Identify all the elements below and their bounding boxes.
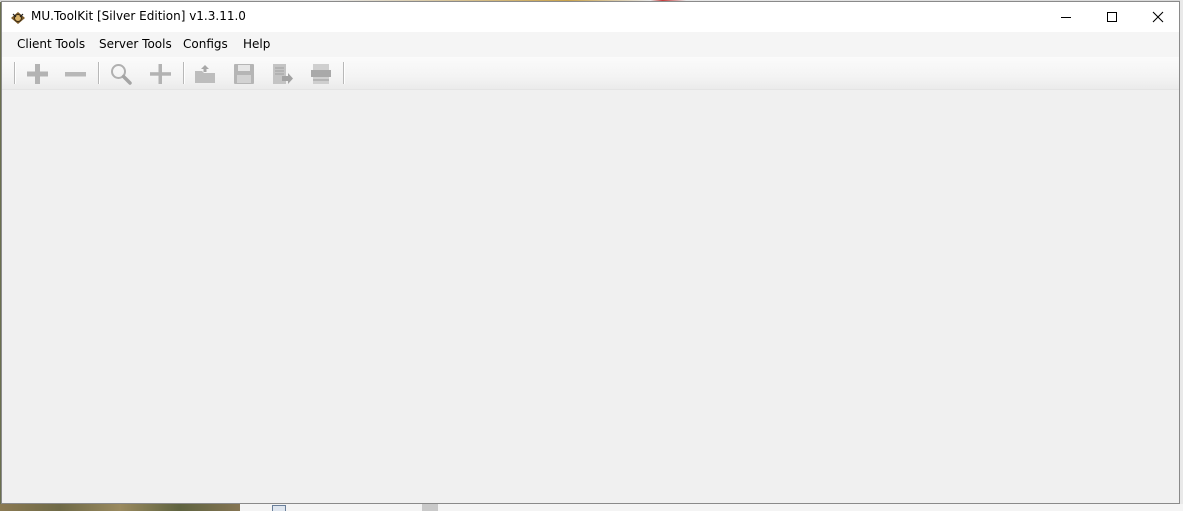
open-folder-icon bbox=[195, 65, 215, 83]
menu-server-tools[interactable]: Server Tools bbox=[99, 37, 172, 51]
close-button[interactable] bbox=[1135, 2, 1179, 32]
open-button[interactable] bbox=[192, 61, 218, 87]
add-icon bbox=[150, 64, 171, 84]
app-logo-icon bbox=[10, 10, 26, 26]
desktop-wallpaper bbox=[0, 504, 240, 511]
remove-icon bbox=[65, 72, 86, 77]
add-button[interactable] bbox=[24, 61, 50, 87]
toolbar-separator bbox=[343, 62, 345, 84]
toolbar bbox=[2, 57, 1179, 90]
window-title: MU.ToolKit [Silver Edition] v1.3.11.0 bbox=[31, 9, 246, 23]
minimize-icon bbox=[1061, 17, 1071, 18]
menu-help[interactable]: Help bbox=[243, 37, 270, 51]
remove-button[interactable] bbox=[62, 61, 88, 87]
menu-configs[interactable]: Configs bbox=[183, 37, 228, 51]
save-icon bbox=[234, 64, 254, 84]
search-button[interactable] bbox=[108, 61, 134, 87]
toolbar-separator bbox=[183, 62, 185, 84]
background-scrollbar bbox=[422, 504, 438, 511]
save-button[interactable] bbox=[231, 61, 257, 87]
txt-file-icon bbox=[311, 64, 331, 84]
background-window bbox=[240, 504, 1183, 511]
title-bar[interactable]: MU.ToolKit [Silver Edition] v1.3.11.0 bbox=[2, 2, 1179, 32]
maximize-button[interactable] bbox=[1089, 2, 1135, 32]
main-content-area bbox=[2, 90, 1179, 503]
export-button[interactable] bbox=[269, 61, 295, 87]
toolbar-separator bbox=[98, 62, 100, 84]
search-icon bbox=[111, 64, 132, 85]
add-icon bbox=[27, 64, 48, 84]
menu-bar: Client Tools Server Tools Configs Help bbox=[2, 32, 1179, 57]
maximize-icon bbox=[1107, 12, 1117, 22]
txt-export-button[interactable] bbox=[308, 61, 334, 87]
export-icon bbox=[273, 64, 293, 84]
close-icon bbox=[1152, 11, 1164, 23]
toolbar-separator bbox=[14, 62, 16, 84]
menu-client-tools[interactable]: Client Tools bbox=[17, 37, 85, 51]
add-entry-button[interactable] bbox=[147, 61, 173, 87]
background-file-icon bbox=[272, 505, 286, 511]
minimize-button[interactable] bbox=[1043, 2, 1089, 32]
app-window: MU.ToolKit [Silver Edition] v1.3.11.0 Cl… bbox=[1, 1, 1180, 504]
